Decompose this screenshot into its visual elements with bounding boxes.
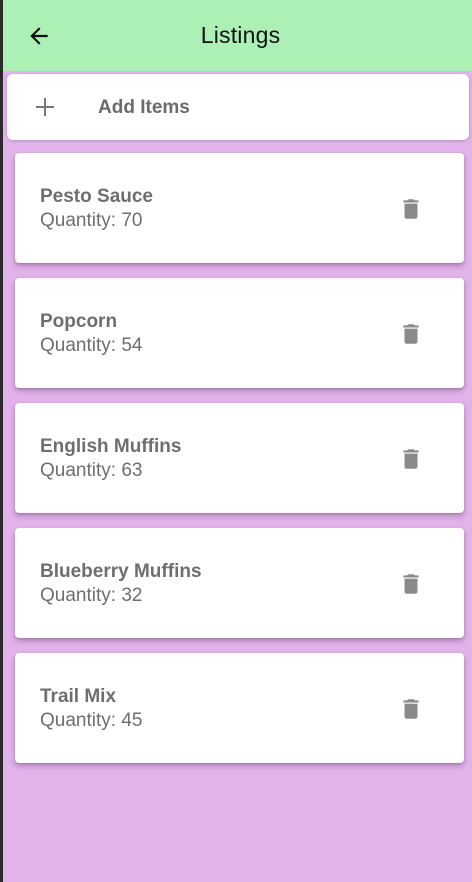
item-name: Blueberry Muffins [40,561,202,582]
list-item: Blueberry Muffins Quantity: 32 [15,528,464,638]
item-quantity: Quantity: 63 [40,460,143,481]
trash-icon [403,324,419,344]
item-name: Trail Mix [40,686,117,707]
delete-button[interactable] [397,445,425,473]
item-quantity: Quantity: 54 [40,335,143,356]
item-name: Popcorn [40,311,118,332]
add-items-label: Add Items [98,97,190,118]
trash-icon [403,574,419,594]
item-name: Pesto Sauce [40,186,153,207]
add-items-button[interactable]: Add Items [7,74,469,140]
trash-icon [403,449,419,469]
plus-icon [36,98,54,116]
item-quantity: Quantity: 45 [40,710,143,731]
delete-button[interactable] [397,195,425,223]
trash-icon [403,199,419,219]
delete-button[interactable] [397,695,425,723]
item-quantity: Quantity: 70 [40,210,143,231]
app-bar: Listings [3,0,472,71]
list-item: Trail Mix Quantity: 45 [15,653,464,763]
trash-icon [403,699,419,719]
list-item: English Muffins Quantity: 63 [15,403,464,513]
item-quantity: Quantity: 32 [40,585,143,606]
delete-button[interactable] [397,320,425,348]
screen: Listings Add Items Pesto Sauce Quantity:… [0,0,472,882]
item-name: English Muffins [40,436,182,457]
page-title: Listings [200,22,281,48]
list-item: Pesto Sauce Quantity: 70 [15,153,464,263]
list-item: Popcorn Quantity: 54 [15,278,464,388]
delete-button[interactable] [397,570,425,598]
